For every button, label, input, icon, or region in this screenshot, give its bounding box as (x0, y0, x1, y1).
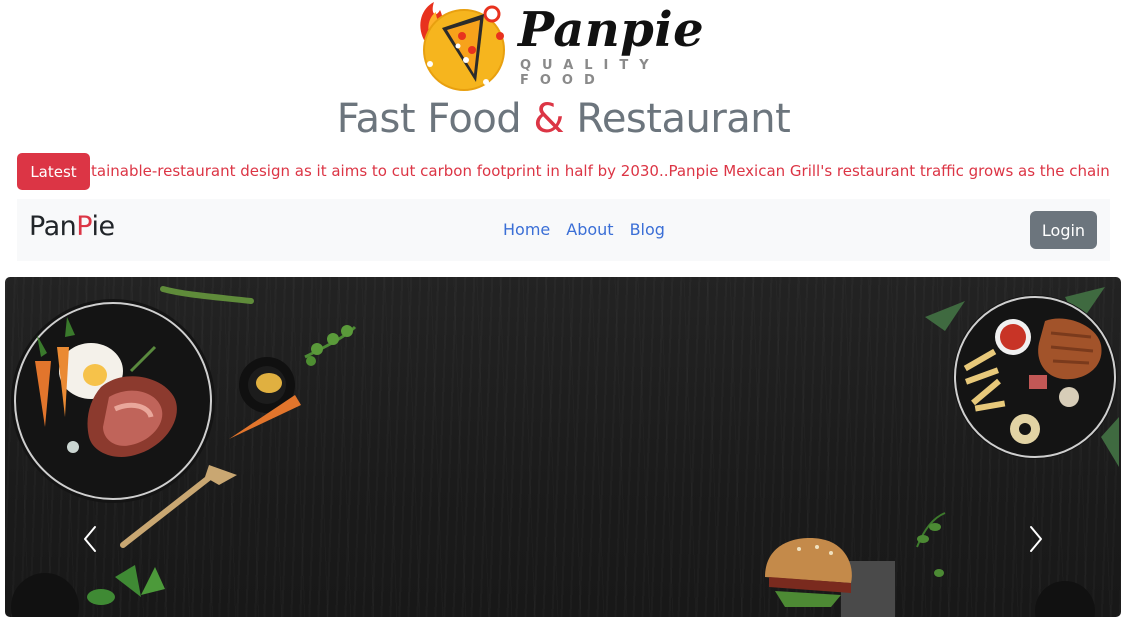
news-ticker: Latest tainable-restaurant design as it … (17, 153, 1110, 191)
logo-tagline: QUALITY FOOD (520, 58, 660, 88)
nav-link-blog[interactable]: Blog (630, 220, 665, 239)
brand-text-end: ie (91, 211, 115, 242)
chevron-right-icon (1030, 526, 1042, 552)
navbar: PanPie Home About Blog Login (17, 199, 1110, 261)
hero-carousel (5, 277, 1121, 617)
burger-illustration (765, 538, 895, 617)
brand-text-accent: P (76, 211, 92, 242)
ticker-text[interactable]: tainable-restaurant design as it aims to… (91, 162, 1110, 180)
nav-link-about[interactable]: About (566, 220, 613, 239)
chevron-left-icon (84, 526, 96, 552)
food-banner-illustration (11, 286, 1119, 617)
navbar-brand[interactable]: PanPie (29, 211, 115, 242)
latest-badge: Latest (17, 153, 90, 190)
login-button[interactable]: Login (1030, 211, 1097, 249)
page-headline: Fast Food & Restaurant (0, 96, 1127, 142)
ticker-viewport: tainable-restaurant design as it aims to… (91, 153, 1110, 191)
nav-link-home[interactable]: Home (503, 220, 550, 239)
headline-ampersand: & (533, 96, 565, 142)
headline-part1: Fast Food (336, 96, 534, 142)
nav-links: Home About Blog (503, 220, 665, 239)
carousel-next-button[interactable] (1021, 521, 1051, 557)
top-left-plate-illustration (11, 299, 215, 503)
site-logo[interactable]: Panpie QUALITY FOOD (414, 0, 714, 92)
logo-wordmark: Panpie (518, 2, 705, 58)
headline-part2: Restaurant (564, 96, 791, 142)
pizza-slice-flame-icon (420, 2, 505, 91)
top-right-plate-illustration (925, 287, 1119, 467)
brand-text-start: Pan (29, 211, 77, 242)
carousel-prev-button[interactable] (75, 521, 105, 557)
